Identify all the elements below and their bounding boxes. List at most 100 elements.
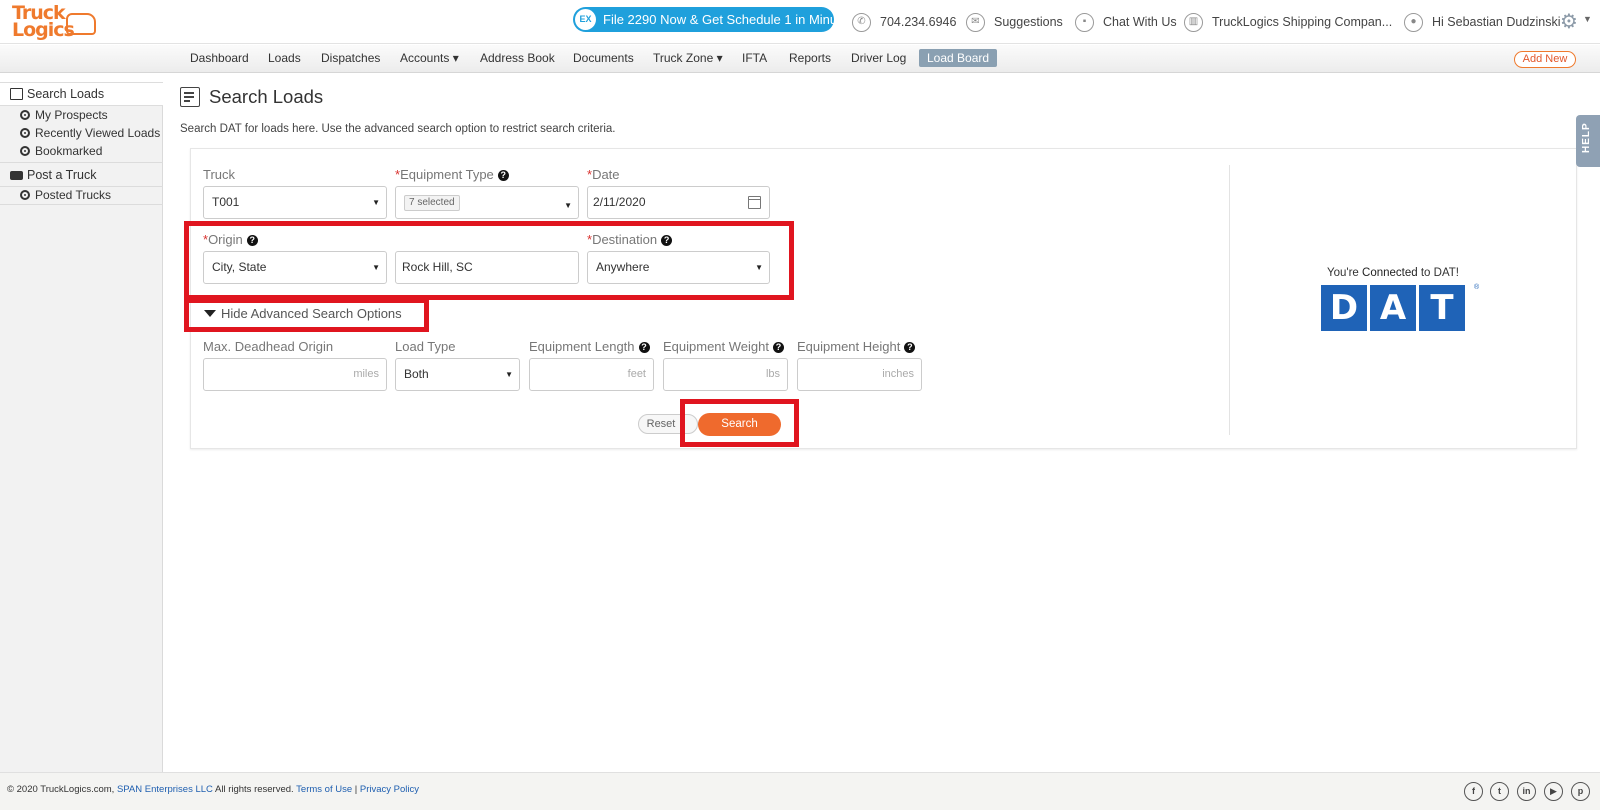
help-tab[interactable]: HELP [1576,115,1600,167]
equipment-height-input[interactable]: inches [797,358,922,391]
help-icon[interactable]: ? [497,170,509,181]
sidebar-item-label: My Prospects [35,108,108,122]
sidebar-item-post-truck[interactable]: Post a Truck [0,163,163,187]
annotation-highlight-origin-destination [184,221,794,300]
equipment-selected-count: 7 selected [404,195,460,211]
footer: © 2020 TruckLogics.com, SPAN Enterprises… [0,772,1600,810]
sidebar-item-label: Posted Trucks [35,188,112,202]
nav-load-board[interactable]: Load Board [919,49,998,67]
load-type-select[interactable]: Both ▼ [395,358,520,391]
help-icon[interactable]: ? [904,342,916,353]
deadhead-input[interactable]: miles [203,358,387,391]
main-nav: Dashboard Loads Dispatches Accounts ▾ Ad… [0,45,1600,73]
nav-address-book[interactable]: Address Book [480,51,555,65]
facebook-icon[interactable]: f [1464,782,1483,801]
date-input[interactable]: 2/11/2020 [587,186,770,219]
nav-loads[interactable]: Loads [268,51,301,65]
pinterest-icon[interactable]: p [1571,782,1590,801]
chat-label: Chat With Us [1103,15,1177,29]
logo-text-line2: Logics [12,19,75,41]
sidebar-item-label: Search Loads [27,87,105,101]
date-label: *Date [587,167,620,182]
chevron-down-icon[interactable]: ▼ [1583,14,1592,24]
sidebar-divider [0,204,163,205]
mail-icon: ✉ [966,12,985,32]
nav-accounts[interactable]: Accounts ▾ [400,51,459,65]
bullet-circle-icon [20,190,30,200]
phone-link[interactable]: ✆ 704.234.6946 [852,11,956,33]
truck-select[interactable]: T001 ▼ [203,186,387,219]
phone-icon: ✆ [852,12,871,32]
trucklogics-logo[interactable]: Truck Logics [10,2,96,41]
chevron-down-icon: ▼ [564,201,572,210]
page-subtitle: Search DAT for loads here. Use the advan… [180,123,616,135]
dat-logo-letter: D [1321,285,1367,331]
suggestions-link[interactable]: ✉ Suggestions [966,11,1063,33]
equipment-length-input[interactable]: feet [529,358,654,391]
annotation-highlight-search-button [680,399,799,447]
user-menu[interactable]: ● Hi Sebastian Dudzinski [1404,11,1561,33]
card-divider [1229,165,1230,435]
weight-unit: lbs [765,368,780,380]
equipment-weight-label: Equipment Weight? [663,339,784,354]
nav-reports[interactable]: Reports [789,51,831,65]
dat-logo-letter: A [1370,285,1416,331]
suggestions-label: Suggestions [994,15,1063,29]
footer-company-link[interactable]: SPAN Enterprises LLC [117,784,213,795]
equipment-height-label: Equipment Height? [797,339,916,354]
nav-dashboard[interactable]: Dashboard [190,51,249,65]
bullet-circle-icon [20,146,30,156]
search-list-icon [10,88,23,100]
chat-link[interactable]: ▪ Chat With Us [1075,11,1177,33]
dat-registered-mark: ® [1474,284,1480,291]
user-greeting: Hi Sebastian Dudzinski [1432,15,1561,29]
help-tab-label: HELP [1581,122,1592,153]
annotation-highlight-advanced-toggle [184,298,429,332]
add-new-button[interactable]: Add New [1514,51,1576,68]
search-loads-icon [180,87,200,107]
dat-connection-status: You're Connected to DAT! [1327,267,1459,279]
equipment-type-multiselect[interactable]: 7 selected ▼ [395,186,579,219]
chat-icon: ▪ [1075,12,1094,32]
page-title: Search Loads [180,86,323,108]
company-name: TruckLogics Shipping Compan... [1212,15,1393,29]
sidebar-item-search-loads[interactable]: Search Loads [0,82,163,106]
bullet-circle-icon [20,128,30,138]
length-unit: feet [627,368,646,380]
date-value: 2/11/2020 [593,195,646,209]
nav-dispatches[interactable]: Dispatches [321,51,380,65]
nav-documents[interactable]: Documents [573,51,634,65]
sidebar-item-my-prospects[interactable]: My Prospects [0,106,163,124]
sidebar-item-recently-viewed[interactable]: Recently Viewed Loads [0,124,163,142]
file-2290-promo-button[interactable]: EX File 2290 Now & Get Schedule 1 in Min… [573,7,854,32]
bullet-circle-icon [20,110,30,120]
footer-terms-link[interactable]: Terms of Use [296,784,352,795]
sidebar-item-bookmarked[interactable]: Bookmarked [0,142,163,160]
sidebar-item-posted-trucks[interactable]: Posted Trucks [0,186,163,204]
company-switcher[interactable]: ▥ TruckLogics Shipping Compan... [1184,11,1392,33]
help-icon[interactable]: ? [638,342,650,353]
dat-logo: D A T [1321,285,1465,331]
sidebar: Search Loads My Prospects Recently Viewe… [0,82,163,772]
equipment-weight-input[interactable]: lbs [663,358,788,391]
nav-truck-zone[interactable]: Truck Zone ▾ [653,51,723,65]
gear-icon[interactable]: ⚙ [1560,9,1578,34]
footer-privacy-link[interactable]: Privacy Policy [360,784,419,795]
page-title-text: Search Loads [209,86,324,107]
truck-logo-icon [66,13,96,35]
nav-driver-log[interactable]: Driver Log [851,51,906,65]
truck-label: Truck [203,167,236,182]
nav-ifta[interactable]: IFTA [742,51,767,65]
twitter-icon[interactable]: t [1490,782,1509,801]
calendar-icon[interactable] [748,196,761,209]
linkedin-icon[interactable]: in [1517,782,1536,801]
chevron-down-icon: ▼ [505,370,513,379]
user-avatar-icon: ● [1404,12,1423,32]
equipment-length-label: Equipment Length? [529,339,650,354]
phone-number: 704.234.6946 [880,15,957,29]
dat-logo-letter: T [1419,285,1465,331]
height-unit: inches [882,368,914,380]
help-icon[interactable]: ? [773,342,784,353]
youtube-icon[interactable]: ▶ [1544,782,1563,801]
deadhead-unit: miles [353,368,379,380]
